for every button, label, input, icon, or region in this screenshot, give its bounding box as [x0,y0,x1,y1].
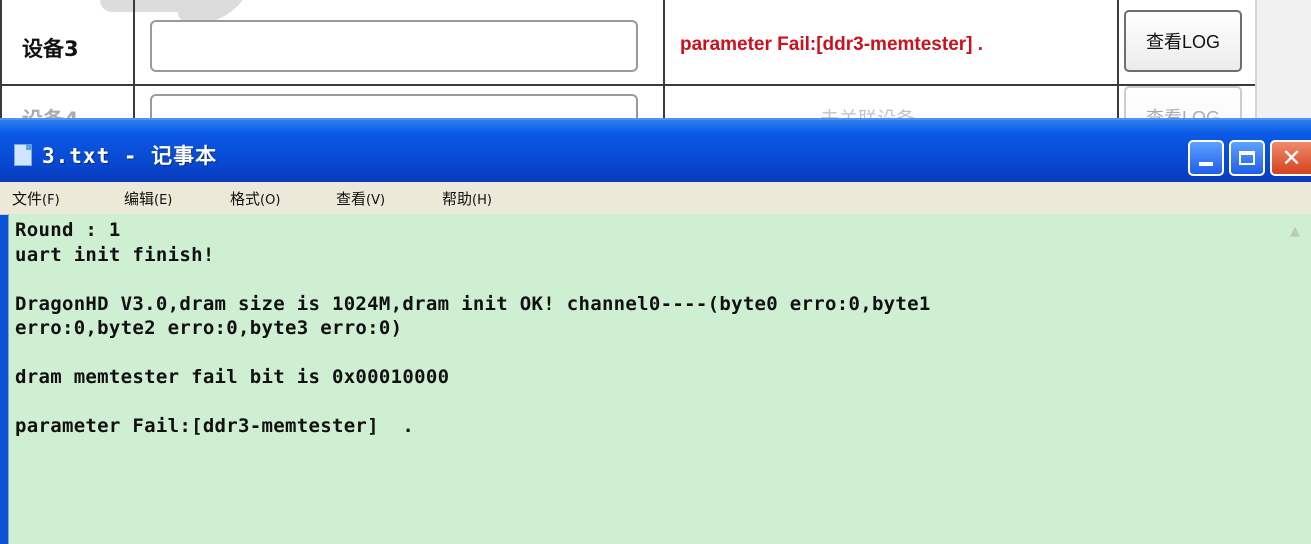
side-panel [1255,0,1311,130]
notepad-document-icon [14,144,32,166]
close-button[interactable]: ✕ [1270,140,1311,176]
menu-format[interactable]: 格式(O) [230,188,280,209]
table-border [0,84,1255,86]
table-border [1117,0,1119,130]
editor-content[interactable]: Round : 1 uart init finish! DragonHD V3.… [15,218,931,439]
minimize-icon [1199,162,1213,166]
title-bar[interactable]: 3.txt - 记事本 ✕ [0,118,1311,184]
window-title: 3.txt - 记事本 [42,144,218,168]
close-icon: ✕ [1281,144,1302,172]
minimize-button[interactable] [1188,140,1224,176]
text-editor[interactable]: Round : 1 uart init finish! DragonHD V3.… [8,214,1311,544]
device-status: parameter Fail:[ddr3-memtester] . [680,34,984,55]
device-label: 设备3 [22,37,79,61]
menu-bar: 文件(F) 编辑(E) 格式(O) 查看(V) 帮助(H) [0,182,1311,215]
menu-view[interactable]: 查看(V) [336,188,385,209]
table-border [663,0,665,130]
menu-file[interactable]: 文件(F) [12,188,60,209]
menu-edit[interactable]: 编辑(E) [124,188,172,209]
maximize-button[interactable] [1229,140,1265,176]
table-border [0,0,2,130]
table-border [133,0,135,130]
device-input[interactable] [150,20,638,72]
device-table: 设备3 parameter Fail:[ddr3-memtester] . 查看… [0,0,1311,148]
maximize-icon [1239,151,1255,165]
notepad-window: 3.txt - 记事本 ✕ 文件(F) 编辑(E) 格式(O) 查看(V) 帮助… [0,118,1311,544]
menu-help[interactable]: 帮助(H) [442,188,492,209]
view-log-button[interactable]: 查看LOG [1124,10,1242,72]
scroll-up-icon[interactable]: ▲ [1284,220,1306,242]
